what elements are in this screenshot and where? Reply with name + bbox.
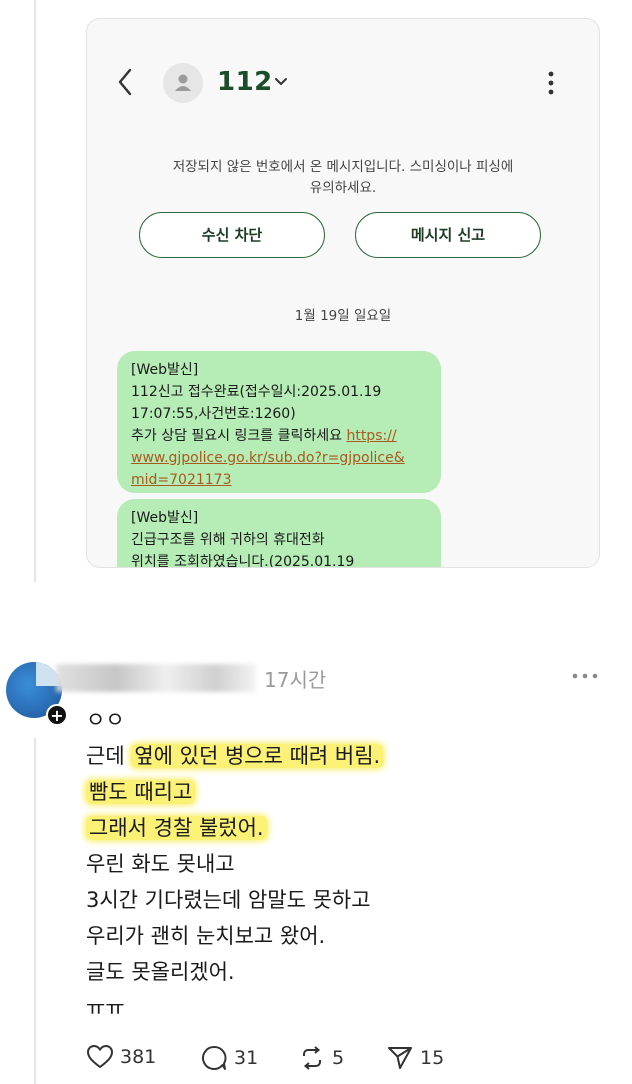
block-sender-button: 수신 차단 [139, 212, 325, 258]
post-body: ㅇㅇ 근데 옆에 있던 병으로 때려 버림. 빰도 때리고 그래서 경찰 불렀어… [86, 702, 384, 1026]
more-options-icon[interactable] [570, 670, 600, 682]
contact-avatar-icon [163, 63, 203, 103]
like-count: 381 [120, 1046, 157, 1068]
highlighted-text: 그래서 경찰 불렀어. [86, 816, 267, 840]
message-link: www.gjpolice.go.kr/sub.do?r=gjpolice& [131, 450, 405, 466]
post-text: 근데 [86, 744, 132, 768]
unsaved-number-warning: 저장되지 않은 번호에서 온 메시지입니다. 스미싱이나 피싱에 유의하세요. [127, 157, 559, 199]
reply-count: 31 [234, 1047, 259, 1069]
highlighted-text: 빰도 때리고 [86, 780, 196, 804]
thread-connector-line [34, 0, 36, 582]
warning-line: 유의하세요. [309, 180, 377, 196]
repost-icon [303, 1046, 321, 1070]
message-line: 112신고 접수완료(접수일시:2025.01.19 [131, 384, 382, 400]
report-message-button: 메시지 신고 [355, 212, 541, 258]
post-line: 빰도 때리고 [86, 774, 383, 810]
message-line: [Web발신] [131, 510, 199, 526]
post-line: 3시간 기다렸는데 암말도 못하고 [86, 888, 371, 912]
thread-connector-line [34, 738, 36, 1084]
message-line: 추가 상담 필요시 링크를 클릭하세요 https:// [131, 425, 427, 447]
share-button[interactable]: 15 [386, 1044, 444, 1072]
warning-line: 저장되지 않은 번호에서 온 메시지입니다. 스미싱이나 피싱에 [172, 159, 514, 175]
message-bubble: [Web발신] 긴급구조를 위해 귀하의 휴대전화 위치를 조회하였습니다.(2… [117, 499, 441, 568]
post-line: 우리가 괜히 눈치보고 왔어. [86, 924, 326, 948]
reply-button[interactable]: 31 [200, 1044, 258, 1072]
message-line: 긴급구조를 위해 귀하의 휴대전화 [131, 532, 325, 548]
message-link: https:// [346, 428, 397, 444]
post-timestamp: 17시간 [264, 668, 327, 692]
back-arrow-icon [118, 68, 132, 96]
message-text: 추가 상담 필요시 링크를 클릭하세요 [131, 428, 347, 444]
speech-bubble-icon [202, 1045, 227, 1070]
post-line: 우린 화도 못내고 [86, 852, 235, 876]
post-line: 글도 못올리겠어. [86, 960, 235, 984]
follow-plus-icon[interactable]: + [46, 704, 68, 726]
more-options-icon [548, 71, 554, 95]
share-count: 15 [420, 1047, 445, 1069]
post-line: ㅇㅇ [86, 708, 125, 732]
heart-icon [86, 1044, 114, 1069]
post-actions-bar: 381 31 5 15 [86, 1044, 606, 1078]
message-line: 17:07:55,사건번호:1260) [131, 406, 296, 422]
repost-count: 5 [332, 1047, 345, 1069]
message-bubble: [Web발신] 112신고 접수완료(접수일시:2025.01.19 17:07… [117, 351, 441, 493]
like-button[interactable]: 381 [86, 1044, 156, 1070]
username-blurred[interactable] [56, 664, 256, 692]
post-line: ㅠㅠ [86, 996, 125, 1020]
message-link: mid=7021173 [131, 472, 232, 488]
message-screenshot-image[interactable]: 112 저장되지 않은 번호에서 온 메시지입니다. 스미싱이나 피싱에 유의하… [86, 18, 600, 568]
highlighted-text: 옆에 있던 병으로 때려 버림. [131, 744, 384, 768]
message-line: 위치를 조회하였습니다.(2025.01.19 [131, 554, 355, 568]
send-icon [388, 1047, 412, 1069]
post-line: 그래서 경찰 불렀어. [86, 810, 383, 846]
chevron-down-icon [275, 78, 287, 86]
contact-name: 112 [217, 67, 273, 97]
repost-button[interactable]: 5 [298, 1044, 344, 1072]
date-separator: 1월 19일 일요일 [294, 308, 392, 324]
message-line: [Web발신] [131, 362, 199, 378]
post-line: 근데 옆에 있던 병으로 때려 버림. [86, 738, 384, 774]
